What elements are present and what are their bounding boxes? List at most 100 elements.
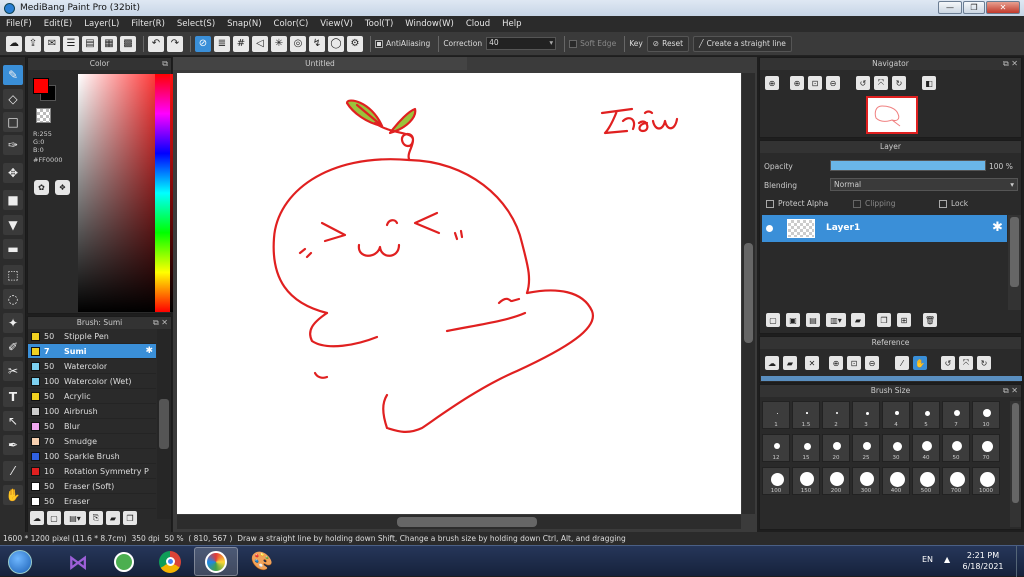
parallel-snap-icon[interactable]: ≣: [214, 35, 230, 52]
text-tool-icon[interactable]: T: [3, 387, 23, 407]
scrollbar-thumb[interactable]: [159, 399, 169, 449]
brush-size-option[interactable]: 12: [762, 434, 790, 462]
blending-dropdown[interactable]: Normal ▾: [830, 178, 1018, 191]
brush-list-scrollbar[interactable]: [157, 329, 171, 519]
menu-select[interactable]: Select(S): [171, 19, 221, 29]
fit-window-icon[interactable]: ⤧: [874, 76, 888, 90]
lasso-tool-icon[interactable]: ◌: [3, 289, 23, 309]
bucket-tool-icon[interactable]: ▼: [3, 215, 23, 235]
lock-checkbox[interactable]: [939, 200, 947, 208]
rotate-right-icon[interactable]: ↻: [892, 76, 906, 90]
duplicate-icon[interactable]: ❐: [123, 511, 137, 525]
panels-icon[interactable]: ▦: [101, 35, 117, 52]
rotate-left-icon[interactable]: ↺: [941, 356, 955, 370]
clock[interactable]: 2:21 PM 6/18/2021: [960, 550, 1006, 572]
rotate-left-icon[interactable]: ↺: [856, 76, 870, 90]
flip-icon[interactable]: ◧: [922, 76, 936, 90]
color-sets-icon[interactable]: ❖: [55, 180, 70, 195]
navigator-thumbnail[interactable]: [866, 96, 918, 134]
zoom-out-icon[interactable]: ⊖: [865, 356, 879, 370]
brush-size-option[interactable]: 500: [912, 467, 940, 495]
brush-size-option[interactable]: 1000: [972, 467, 1000, 495]
brush-size-option[interactable]: 4: [882, 401, 910, 429]
brush-size-option[interactable]: 10: [972, 401, 1000, 429]
menu-edit[interactable]: Edit(E): [38, 19, 78, 29]
zoom-in-icon[interactable]: ⊕: [765, 76, 779, 90]
add-brush-menu-icon[interactable]: ▤▾: [64, 511, 86, 525]
brush-item[interactable]: 70 Smudge: [28, 434, 156, 449]
cloud-download-icon[interactable]: ☁: [765, 356, 779, 370]
create-straight-line-button[interactable]: ╱ Create a straight line: [693, 35, 792, 52]
panel-close-icon[interactable]: ⧉ ✕: [153, 317, 168, 329]
hand-tool-icon[interactable]: ✋: [3, 485, 23, 505]
brush-size-option[interactable]: 20: [822, 434, 850, 462]
menu-cloud[interactable]: Cloud: [460, 19, 496, 29]
eyedropper-tool-icon[interactable]: ⁄: [3, 461, 23, 481]
palette-icon[interactable]: ✿: [34, 180, 49, 195]
select-tool-icon[interactable]: ⬚: [3, 265, 23, 285]
brush-size-option[interactable]: 7: [942, 401, 970, 429]
reset-button[interactable]: ⊘ Reset: [646, 35, 690, 52]
vanishing-point-icon[interactable]: ◁: [252, 35, 268, 52]
menu-help[interactable]: Help: [496, 19, 527, 29]
layer-folder-icon[interactable]: ▰: [851, 313, 865, 327]
brush-size-option[interactable]: 300: [852, 467, 880, 495]
close-button[interactable]: ✕: [986, 1, 1020, 14]
brush-item[interactable]: 50 Watercolor: [28, 359, 156, 374]
brush-size-option[interactable]: 5: [912, 401, 940, 429]
select-pen-tool-icon[interactable]: ✐: [3, 337, 23, 357]
taskbar-app-green[interactable]: [102, 547, 146, 576]
brush-item[interactable]: 10 Rotation Symmetry P: [28, 464, 156, 479]
canvas-tab[interactable]: Untitled: [173, 57, 467, 70]
drawing-canvas[interactable]: [177, 73, 741, 514]
operation-tool-icon[interactable]: ↖: [3, 411, 23, 431]
brush-item[interactable]: 50 Blur: [28, 419, 156, 434]
maximize-button[interactable]: ❐: [963, 1, 985, 14]
brush-item[interactable]: 100 Airbrush: [28, 404, 156, 419]
shape-fill-tool-icon[interactable]: ■: [3, 190, 23, 210]
divide-tool-icon[interactable]: ✒: [3, 435, 23, 455]
brush-size-option[interactable]: 200: [822, 467, 850, 495]
magic-wand-tool-icon[interactable]: ✦: [3, 313, 23, 333]
taskbar-medibang[interactable]: [194, 547, 238, 576]
taskbar-paint[interactable]: 🎨: [240, 547, 284, 576]
blur-tool-icon[interactable]: ✑: [3, 135, 23, 155]
layer-row[interactable]: Layer1 ✱: [762, 215, 1007, 242]
start-button[interactable]: [2, 547, 38, 576]
cloud-icon[interactable]: ☁: [6, 35, 22, 52]
eyedropper-icon[interactable]: ⁄: [895, 356, 909, 370]
brush-size-option[interactable]: 1.5: [792, 401, 820, 429]
canvas-horizontal-scrollbar[interactable]: [177, 515, 741, 529]
scrollbar-thumb[interactable]: [1010, 217, 1019, 287]
scrollbar-thumb[interactable]: [744, 243, 753, 343]
brush-size-option[interactable]: 70: [972, 434, 1000, 462]
show-desktop-button[interactable]: [1016, 546, 1024, 577]
curve-snap-icon[interactable]: ↯: [309, 35, 325, 52]
opacity-slider[interactable]: [830, 160, 986, 171]
brush-tool-icon[interactable]: ✎: [3, 65, 23, 85]
menu-tool[interactable]: Tool(T): [359, 19, 399, 29]
open-folder-icon[interactable]: ▰: [783, 356, 797, 370]
fit-icon[interactable]: ⊡: [847, 356, 861, 370]
menu-filter[interactable]: Filter(R): [125, 19, 171, 29]
concentric-snap-icon[interactable]: ◯: [328, 35, 344, 52]
antialiasing-checkbox[interactable]: [375, 39, 383, 48]
merge-layer-icon[interactable]: ⊞: [897, 313, 911, 327]
menu-view[interactable]: View(V): [314, 19, 359, 29]
brush-size-option[interactable]: 30: [882, 434, 910, 462]
brush-size-scrollbar[interactable]: [1010, 401, 1021, 527]
brush-item[interactable]: 50 Stipple Pen: [28, 329, 156, 344]
redo-icon[interactable]: ↷: [167, 35, 183, 52]
menu-file[interactable]: File(F): [0, 19, 38, 29]
zoom-in-icon[interactable]: ⊕: [829, 356, 843, 370]
duplicate-layer-icon[interactable]: ❐: [877, 313, 891, 327]
new-brush-icon[interactable]: ▢: [47, 511, 61, 525]
brush-size-option[interactable]: 150: [792, 467, 820, 495]
rotate-right-icon[interactable]: ↻: [977, 356, 991, 370]
copy-brush-icon[interactable]: ⎘: [89, 511, 103, 525]
soft-edge-checkbox[interactable]: [569, 39, 578, 48]
radial-snap-icon[interactable]: ✳: [271, 35, 287, 52]
snap-settings-icon[interactable]: ⚙: [347, 35, 363, 52]
document-icon[interactable]: ▤: [82, 35, 98, 52]
brush-item[interactable]: 50 Eraser (Soft): [28, 479, 156, 494]
